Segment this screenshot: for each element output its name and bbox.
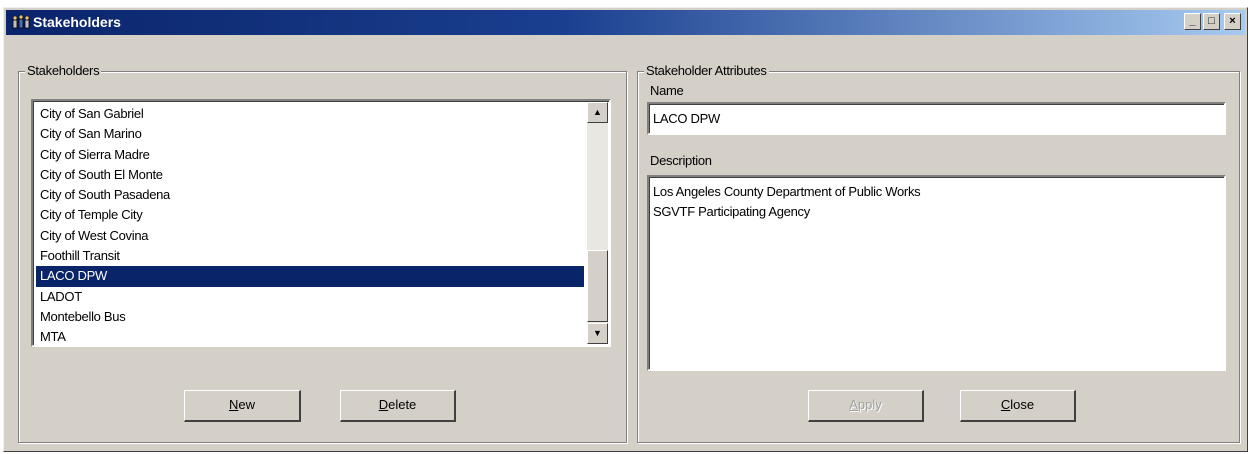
name-label: Name bbox=[650, 83, 684, 98]
window-controls: _ □ × bbox=[1184, 13, 1241, 30]
title-bar[interactable]: Stakeholders _ □ × bbox=[6, 10, 1245, 35]
apply-button-label: Apply bbox=[849, 397, 882, 412]
list-item[interactable]: City of West Covina bbox=[36, 226, 584, 246]
list-item[interactable]: City of Sierra Madre bbox=[36, 145, 584, 165]
new-button-label: New bbox=[228, 397, 255, 412]
attributes-group-label: Stakeholder Attributes bbox=[644, 63, 769, 78]
description-field[interactable]: Los Angeles County Department of Public … bbox=[647, 175, 1226, 371]
description-line: Los Angeles County Department of Public … bbox=[653, 184, 921, 199]
list-item[interactable]: Foothill Transit bbox=[36, 246, 584, 266]
list-item[interactable]: City of South El Monte bbox=[36, 165, 584, 185]
scroll-down-icon[interactable]: ▼ bbox=[587, 323, 608, 344]
maximize-button[interactable]: □ bbox=[1203, 13, 1220, 30]
close-button[interactable]: Close bbox=[960, 390, 1076, 422]
stakeholders-list[interactable]: City of San Gabriel City of San Marino Cit… bbox=[31, 99, 611, 347]
list-item[interactable]: Montebello Bus bbox=[36, 307, 584, 327]
new-button[interactable]: New bbox=[184, 390, 301, 422]
window-title: Stakeholders bbox=[33, 14, 121, 30]
list-item[interactable]: MTA bbox=[36, 327, 584, 347]
scroll-thumb[interactable] bbox=[587, 250, 608, 322]
delete-button-label: Delete bbox=[378, 397, 417, 412]
list-item[interactable]: City of South Pasadena bbox=[36, 185, 584, 205]
close-button-label: Close bbox=[1000, 397, 1035, 412]
app-icon bbox=[12, 14, 30, 29]
description-line: SGVTF Participating Agency bbox=[653, 204, 810, 219]
list-item[interactable]: LADOT bbox=[36, 287, 584, 307]
list-item[interactable]: City of San Marino bbox=[36, 124, 584, 144]
minimize-button[interactable]: _ bbox=[1184, 13, 1201, 30]
apply-button[interactable]: Apply bbox=[808, 390, 924, 422]
list-item[interactable]: City of Temple City bbox=[36, 205, 584, 225]
scroll-up-icon[interactable]: ▲ bbox=[587, 102, 608, 123]
description-label: Description bbox=[650, 153, 712, 168]
list-item[interactable]: City of San Gabriel bbox=[36, 104, 584, 124]
list-item[interactable]: LACO DPW bbox=[36, 266, 584, 287]
list-scrollbar[interactable]: ▲ ▼ bbox=[587, 102, 608, 344]
close-window-button[interactable]: × bbox=[1224, 13, 1241, 30]
stakeholders-list-items: City of San Gabriel City of San Marino Cit… bbox=[36, 104, 584, 348]
name-field[interactable]: LACO DPW bbox=[647, 102, 1226, 135]
stakeholders-group-label: Stakeholders bbox=[25, 63, 102, 78]
delete-button[interactable]: Delete bbox=[340, 390, 456, 422]
